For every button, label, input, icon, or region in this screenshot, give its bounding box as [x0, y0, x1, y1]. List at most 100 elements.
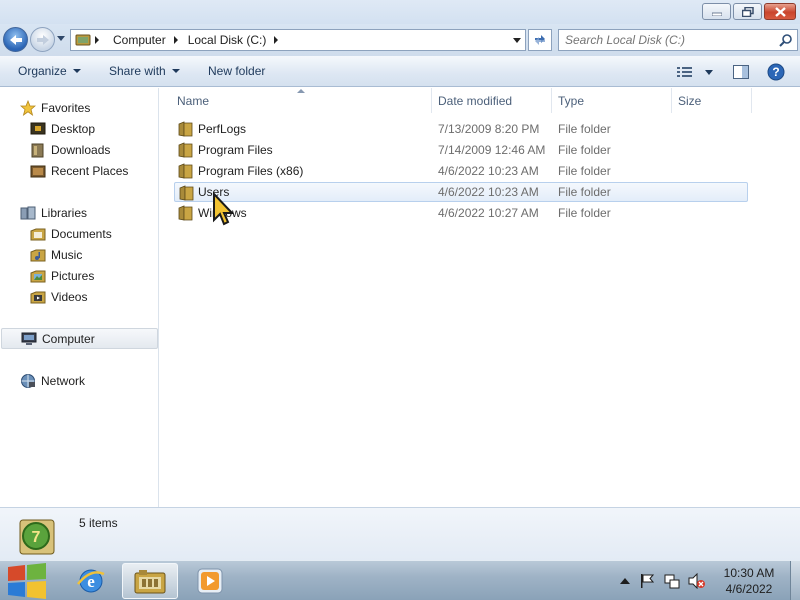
nav-music[interactable]: Music: [30, 244, 82, 265]
nav-pictures-label: Pictures: [51, 268, 95, 283]
nav-network[interactable]: Network: [20, 370, 85, 391]
desktop-icon: [30, 122, 46, 134]
file-row-users[interactable]: Users 4/6/2022 10:23 AM File folder: [174, 182, 748, 202]
chevron-right-icon[interactable]: [173, 36, 178, 44]
flag-icon[interactable]: [640, 573, 654, 589]
nav-documents-label: Documents: [51, 226, 112, 241]
recent-pages-dropdown[interactable]: [57, 36, 65, 42]
volume-muted-icon[interactable]: [688, 573, 706, 589]
nav-desktop[interactable]: Desktop: [30, 118, 95, 139]
organize-button[interactable]: Organize: [18, 64, 81, 78]
preview-pane-icon: [733, 65, 749, 79]
refresh-icon: [535, 35, 545, 45]
taskbar-windows-explorer[interactable]: [122, 563, 178, 599]
file-row-program-files[interactable]: Program Files 7/14/2009 12:46 AM File fo…: [174, 140, 748, 160]
breadcrumb-computer[interactable]: Computer: [109, 30, 170, 50]
nav-videos[interactable]: Videos: [30, 286, 87, 307]
file-row-windows[interactable]: Windows 4/6/2022 10:27 AM File folder: [174, 203, 748, 223]
show-hidden-icons-icon[interactable]: [620, 577, 630, 585]
folder-icon: [178, 121, 193, 137]
chevron-down-icon: [705, 69, 713, 75]
file-date: 4/6/2022 10:23 AM: [438, 164, 539, 178]
file-name: Program Files (x86): [198, 164, 304, 178]
start-button[interactable]: [0, 563, 54, 599]
minimize-button[interactable]: [702, 3, 731, 20]
organize-label: Organize: [18, 64, 67, 78]
column-divider[interactable]: [751, 88, 752, 113]
computer-drive-icon: [75, 34, 91, 46]
nav-pictures[interactable]: Pictures: [30, 265, 94, 286]
new-folder-label: New folder: [208, 64, 266, 78]
nav-downloads[interactable]: Downloads: [30, 139, 110, 160]
star-icon: [20, 99, 36, 116]
media-player-icon: [197, 568, 223, 594]
nav-computer-label: Computer: [42, 331, 95, 346]
column-divider[interactable]: [551, 88, 552, 113]
column-header-name[interactable]: Name: [177, 88, 431, 113]
taskbar: e 10:30 AM 4/6/2022: [0, 560, 800, 600]
file-list: Name Date modified Type Size PerfLogs 7/…: [160, 88, 800, 507]
chevron-right-icon[interactable]: [95, 36, 99, 44]
help-button[interactable]: ?: [767, 62, 785, 82]
preview-pane-button[interactable]: [733, 62, 749, 82]
nav-computer[interactable]: Computer: [1, 328, 158, 349]
restore-icon: [741, 6, 754, 17]
address-dropdown[interactable]: [509, 30, 525, 50]
close-icon: [774, 6, 786, 17]
taskbar-internet-explorer[interactable]: e: [63, 563, 119, 599]
clock-time: 10:30 AM: [723, 566, 775, 580]
svg-text:?: ?: [772, 65, 779, 79]
column-divider[interactable]: [671, 88, 672, 113]
folder-icon: [178, 205, 193, 221]
search-icon[interactable]: [779, 33, 793, 47]
folder-icon: [178, 142, 193, 158]
computer-icon: [21, 332, 37, 345]
nav-libraries[interactable]: Libraries: [20, 202, 87, 223]
item-count: 5 items: [79, 516, 118, 530]
system-clock[interactable]: 10:30 AM 4/6/2022: [716, 565, 782, 597]
column-header-date[interactable]: Date modified: [438, 88, 550, 113]
pictures-icon: [30, 270, 46, 282]
search-input[interactable]: [559, 30, 769, 50]
nav-recent-places[interactable]: Recent Places: [30, 160, 128, 181]
taskbar-media-player[interactable]: [182, 563, 238, 599]
column-header-type[interactable]: Type: [558, 88, 670, 113]
column-divider[interactable]: [431, 88, 432, 113]
nav-documents[interactable]: Documents: [30, 223, 112, 244]
details-pane: 7 5 items: [0, 507, 800, 560]
chevron-right-icon[interactable]: [274, 36, 279, 44]
file-date: 7/13/2009 8:20 PM: [438, 122, 540, 136]
column-header-size[interactable]: Size: [678, 88, 750, 113]
column-name-label: Name: [177, 93, 210, 108]
file-type: File folder: [558, 143, 611, 157]
breadcrumb-local-disk[interactable]: Local Disk (C:): [184, 30, 271, 50]
share-with-label: Share with: [109, 64, 166, 78]
restore-button[interactable]: [733, 3, 762, 20]
music-icon: [30, 249, 46, 261]
arrow-right-icon: [36, 34, 49, 45]
address-bar[interactable]: Computer Local Disk (C:): [70, 29, 526, 51]
new-folder-button[interactable]: New folder: [208, 64, 265, 78]
forward-button[interactable]: [30, 27, 55, 52]
refresh-button[interactable]: [528, 29, 552, 51]
minimize-icon: [711, 12, 722, 16]
search-box[interactable]: [558, 29, 798, 51]
nav-recent-places-label: Recent Places: [51, 163, 129, 178]
file-type: File folder: [558, 164, 611, 178]
network-status-icon[interactable]: [664, 573, 680, 589]
file-type: File folder: [558, 122, 611, 136]
share-with-button[interactable]: Share with: [109, 64, 180, 78]
title-bar: [0, 0, 800, 24]
chevron-down-icon: [72, 69, 81, 73]
show-desktop-button[interactable]: [790, 561, 800, 600]
file-row-perflogs[interactable]: PerfLogs 7/13/2009 8:20 PM File folder: [174, 119, 748, 139]
close-button[interactable]: [764, 3, 796, 20]
nav-network-label: Network: [41, 373, 86, 388]
arrow-left-icon: [9, 34, 22, 45]
file-row-program-files-x86[interactable]: Program Files (x86) 4/6/2022 10:23 AM Fi…: [174, 161, 748, 181]
column-size-label: Size: [678, 93, 702, 108]
chevron-down-icon: [171, 69, 180, 73]
change-view-button[interactable]: [677, 62, 713, 82]
nav-favorites[interactable]: Favorites: [20, 97, 90, 118]
back-button[interactable]: [3, 27, 28, 52]
